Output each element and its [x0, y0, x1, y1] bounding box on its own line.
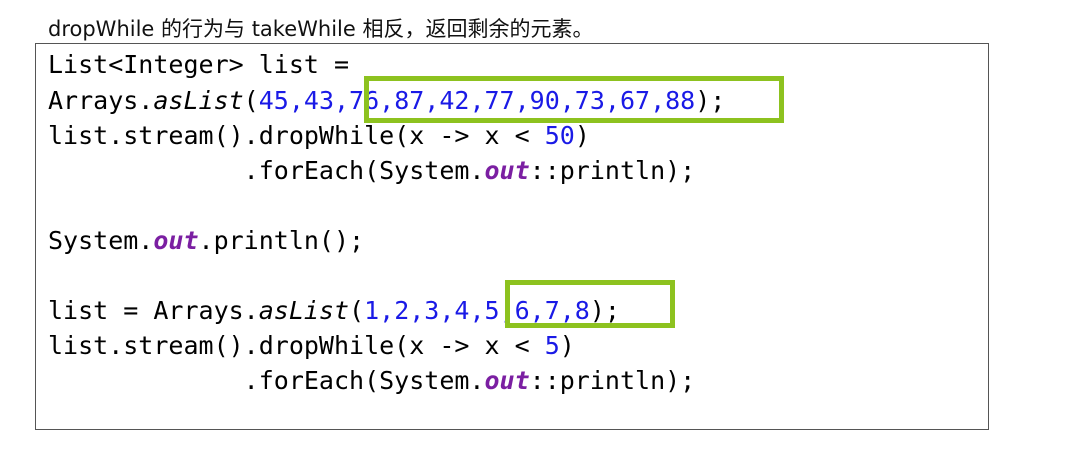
list-values-1: 45,43,76,87,42,77,90,73,67,88	[258, 86, 696, 115]
code-line-4: .forEach(System.out::println);	[48, 156, 696, 185]
list-values-2: 1,2,3,4,5,6,7,8	[364, 296, 590, 325]
caption-text: 的行为与	[154, 17, 252, 41]
code-line-9: list.stream().dropWhile(x -> x < 5)	[48, 331, 575, 360]
code-line-6: System.out.println();	[48, 226, 365, 255]
description-caption: dropWhile 的行为与 takeWhile 相反，返回剩余的元素。	[48, 14, 594, 44]
code-line-10: .forEach(System.out::println);	[48, 366, 696, 395]
code-line-2: Arrays.asList(45,43,76,87,42,77,90,73,67…	[48, 86, 726, 115]
code-line-8: list = Arrays.asList(1,2,3,4,5,6,7,8);	[48, 296, 620, 325]
code-line-1: List<Integer> list =	[48, 50, 350, 79]
caption-method-dropwhile: dropWhile	[48, 17, 155, 41]
code-line-3: list.stream().dropWhile(x -> x < 50)	[48, 121, 590, 150]
caption-method-takewhile: takeWhile	[251, 17, 356, 41]
caption-text-end: 相反，返回剩余的元素。	[355, 17, 594, 41]
